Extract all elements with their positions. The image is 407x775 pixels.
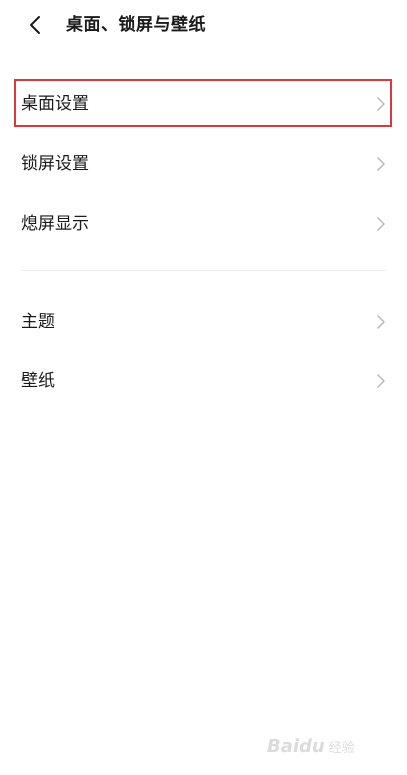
chevron-right-icon [376, 314, 386, 330]
menu-item-label: 锁屏设置 [21, 154, 89, 174]
menu-item-screen-off-display[interactable]: 熄屏显示 [0, 194, 407, 254]
watermark-text: Baidu [267, 735, 325, 757]
menu-item-wallpaper[interactable]: 壁纸 [0, 351, 407, 411]
menu-item-label: 壁纸 [21, 371, 55, 391]
menu-item-label: 桌面设置 [21, 94, 89, 114]
back-button[interactable] [22, 10, 52, 40]
menu-item-label: 熄屏显示 [21, 214, 89, 234]
baidu-watermark: Baidu 经验 [267, 731, 387, 761]
chevron-right-icon [376, 96, 386, 112]
watermark-text-secondary: 经验 [328, 740, 355, 756]
chevron-right-icon [376, 373, 386, 389]
divider [21, 270, 386, 271]
menu-item-desktop-settings[interactable]: 桌面设置 [0, 74, 407, 134]
chevron-right-icon [376, 216, 386, 232]
chevron-left-icon [30, 16, 40, 34]
menu-item-theme[interactable]: 主题 [0, 292, 407, 352]
chevron-right-icon [376, 156, 386, 172]
header: 桌面、锁屏与壁纸 [0, 0, 407, 50]
page-title: 桌面、锁屏与壁纸 [66, 15, 206, 35]
menu-item-lockscreen-settings[interactable]: 锁屏设置 [0, 134, 407, 194]
menu-item-label: 主题 [21, 312, 55, 332]
